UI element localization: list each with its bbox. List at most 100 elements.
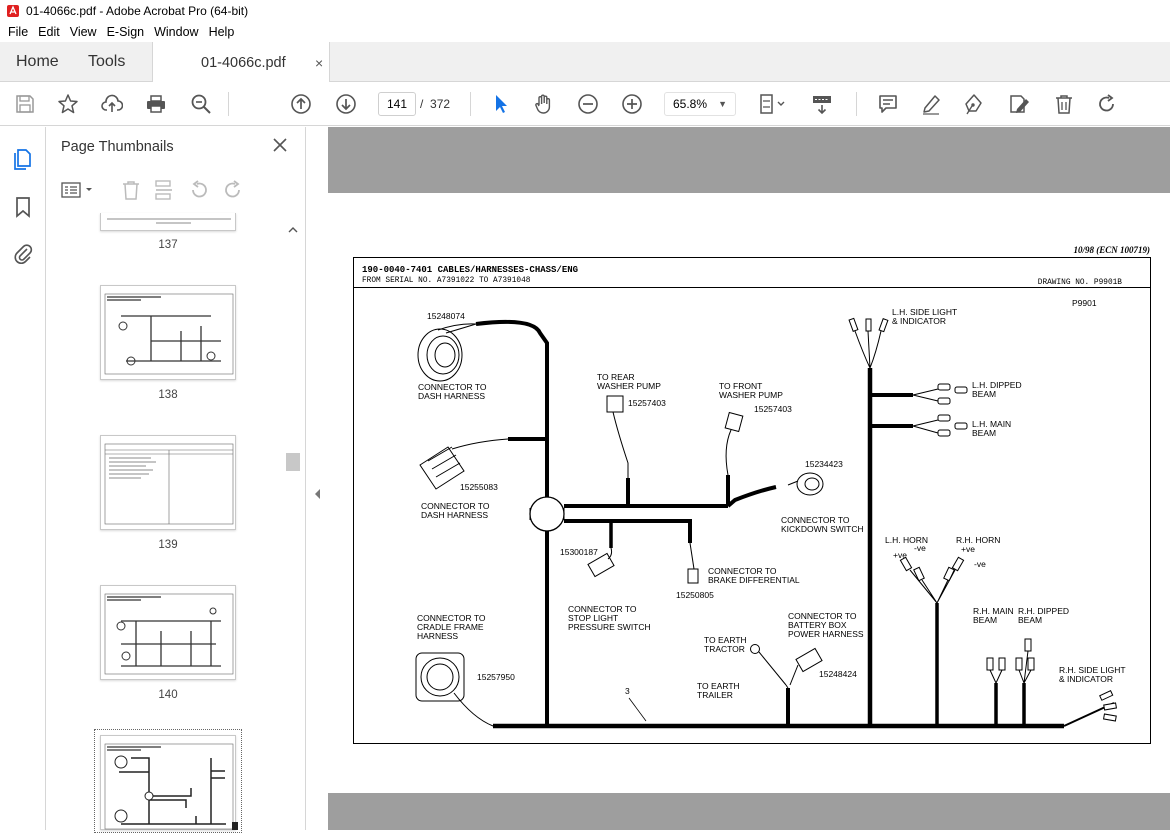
fit-page-button[interactable] bbox=[756, 92, 790, 116]
find-button[interactable] bbox=[189, 92, 213, 116]
thumbnail-page-141[interactable] bbox=[100, 735, 236, 830]
lh-dipped-terminals bbox=[912, 383, 968, 405]
menu-edit[interactable]: Edit bbox=[38, 25, 60, 39]
svg-text:15300187: 15300187 bbox=[560, 547, 598, 557]
svg-text:15248424: 15248424 bbox=[819, 669, 857, 679]
scroll-up-icon bbox=[288, 227, 298, 233]
close-icon bbox=[273, 138, 287, 152]
edit-pdf-button[interactable] bbox=[1007, 92, 1031, 116]
connector-front-washer bbox=[724, 411, 744, 476]
total-pages: 372 bbox=[430, 97, 451, 111]
menu-file[interactable]: File bbox=[8, 25, 28, 39]
drawing-ref: P9901 bbox=[1072, 298, 1097, 308]
tab-home[interactable]: Home bbox=[16, 42, 59, 82]
thumbnail-page-137[interactable] bbox=[100, 213, 236, 231]
menu-help[interactable]: Help bbox=[209, 25, 235, 39]
highlighter-pen-icon bbox=[923, 95, 940, 115]
svg-text:WASHER PUMP: WASHER PUMP bbox=[719, 390, 783, 400]
save-button[interactable] bbox=[13, 92, 37, 116]
hand-tool-button[interactable] bbox=[532, 92, 556, 116]
thumbnail-page-140[interactable] bbox=[100, 585, 236, 680]
rh-side-light-terminals bbox=[1099, 689, 1118, 722]
window-title: 01-4066c.pdf - Adobe Acrobat Pro (64-bit… bbox=[26, 4, 249, 18]
delete-button[interactable] bbox=[1052, 92, 1076, 116]
main-toolbar: 141 / 372 65.8% ▼ bbox=[0, 82, 1170, 126]
fountain-pen-icon bbox=[965, 94, 982, 115]
scrollbar-thumb[interactable] bbox=[286, 453, 300, 471]
thumbnail-label: 138 bbox=[158, 389, 178, 401]
drawing-number: DRAWING NO. P9901B bbox=[1038, 279, 1123, 287]
fit-page-icon bbox=[760, 94, 785, 114]
print-button[interactable] bbox=[144, 92, 168, 116]
paperclip-icon bbox=[14, 244, 33, 264]
attachments-rail-button[interactable] bbox=[12, 241, 34, 265]
zoom-search-icon bbox=[191, 94, 211, 114]
thumbnail-label: 140 bbox=[158, 689, 178, 701]
bookmark-star-button[interactable] bbox=[56, 92, 80, 116]
thumbnail-scrollbar[interactable] bbox=[286, 223, 300, 830]
thumbnail-options-button[interactable] bbox=[60, 179, 98, 201]
page-thumbnails-rail-button[interactable] bbox=[11, 147, 35, 171]
thumbnail-insert-button[interactable] bbox=[153, 179, 175, 201]
chevron-left-icon bbox=[315, 489, 320, 499]
undo-rotate-icon bbox=[192, 180, 207, 198]
page-number-input[interactable]: 141 bbox=[378, 92, 416, 116]
connector-cradle-frame bbox=[415, 652, 494, 727]
menu-view[interactable]: View bbox=[70, 25, 97, 39]
acrobat-app-icon bbox=[7, 5, 19, 17]
connector-brake-differential bbox=[687, 542, 699, 584]
svg-text:+ve: +ve bbox=[961, 544, 975, 554]
zoom-out-button[interactable] bbox=[576, 92, 600, 116]
drawing-title: 190-0040-7401 CABLES/HARNESSES-CHASS/ENG bbox=[362, 265, 578, 275]
lh-side-light-terminals bbox=[848, 317, 889, 369]
thumbnail-page-139[interactable] bbox=[100, 435, 236, 530]
comment-button[interactable] bbox=[876, 92, 900, 116]
edit-document-icon bbox=[1010, 95, 1029, 113]
sign-button[interactable] bbox=[962, 92, 986, 116]
arrow-down-circle-icon bbox=[336, 94, 356, 114]
svg-text:& INDICATOR: & INDICATOR bbox=[1059, 674, 1113, 684]
star-icon bbox=[58, 94, 78, 114]
pages-icon bbox=[14, 149, 31, 170]
thumbnail-rotate-ccw-button[interactable] bbox=[188, 179, 210, 201]
thumbnail-page-138[interactable] bbox=[100, 285, 236, 380]
tab-tools[interactable]: Tools bbox=[88, 42, 125, 82]
thumbnail-rotate-cw-button[interactable] bbox=[222, 179, 244, 201]
tab-document[interactable]: 01-4066c.pdf × bbox=[152, 42, 330, 83]
rotate-button[interactable] bbox=[1095, 92, 1119, 116]
thumbnail-label: 139 bbox=[158, 539, 178, 551]
thumbnail-preview bbox=[104, 293, 234, 375]
next-page-button[interactable] bbox=[334, 92, 358, 116]
zoom-level-select[interactable]: 65.8% ▼ bbox=[664, 92, 736, 116]
ecn-note: 10/98 (ECN 100719) bbox=[1074, 245, 1151, 255]
connector-kickdown bbox=[787, 472, 824, 496]
svg-text:TRAILER: TRAILER bbox=[697, 690, 733, 700]
toolbar-divider bbox=[470, 92, 471, 116]
svg-text:-ve: -ve bbox=[974, 559, 986, 569]
tab-close-icon[interactable]: × bbox=[315, 55, 323, 71]
panel-collapse-strip bbox=[306, 127, 328, 830]
menu-esign[interactable]: E-Sign bbox=[107, 25, 145, 39]
page-separator: / bbox=[420, 97, 424, 111]
svg-text:DASH HARNESS: DASH HARNESS bbox=[421, 510, 488, 520]
cloud-upload-icon bbox=[101, 94, 123, 112]
upload-button[interactable] bbox=[100, 92, 124, 116]
horn-terminals bbox=[899, 556, 965, 604]
close-panel-button[interactable] bbox=[272, 137, 288, 153]
page-thumbnails-panel: Page Thumbnails 137 138 139 140 bbox=[46, 127, 306, 833]
menu-window[interactable]: Window bbox=[154, 25, 198, 39]
highlight-button[interactable] bbox=[919, 92, 943, 116]
minus-circle-icon bbox=[578, 94, 598, 114]
svg-text:BEAM: BEAM bbox=[1018, 615, 1042, 625]
thumbnail-delete-button[interactable] bbox=[120, 179, 142, 201]
scroll-mode-button[interactable] bbox=[810, 92, 834, 116]
zoom-in-button[interactable] bbox=[620, 92, 644, 116]
select-tool-button[interactable] bbox=[489, 92, 513, 116]
printer-icon bbox=[147, 95, 165, 113]
previous-page-button[interactable] bbox=[289, 92, 313, 116]
wiring-diagram: 10/98 (ECN 100719) 190-0040-7401 CABLES/… bbox=[353, 245, 1151, 744]
bookmarks-rail-button[interactable] bbox=[12, 195, 34, 219]
document-viewer[interactable]: 10/98 (ECN 100719) 190-0040-7401 CABLES/… bbox=[328, 127, 1170, 830]
lh-main-terminals bbox=[912, 414, 968, 437]
collapse-panel-button[interactable] bbox=[313, 487, 321, 499]
